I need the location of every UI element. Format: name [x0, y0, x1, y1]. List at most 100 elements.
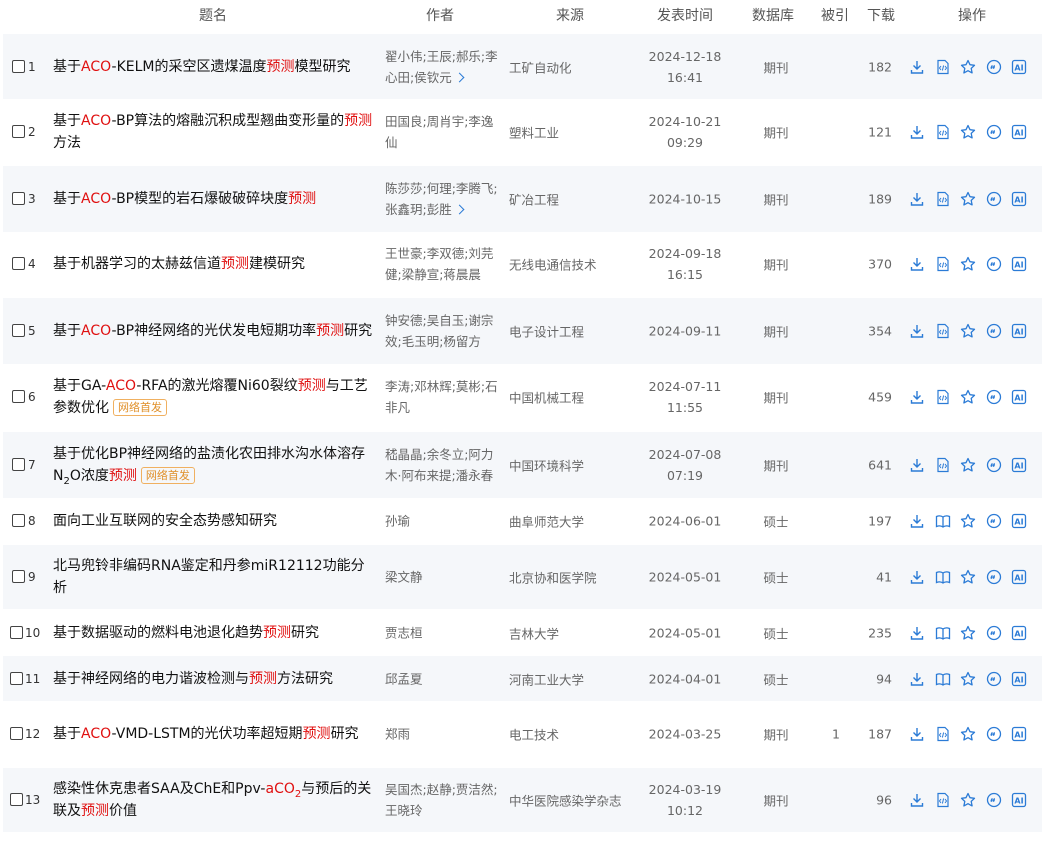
read-online-book-icon[interactable] [934, 568, 952, 586]
source-link[interactable]: 河南工业大学 [509, 669, 639, 688]
cite-icon[interactable] [985, 388, 1003, 406]
col-date[interactable]: 发表时间 [650, 5, 720, 25]
cite-count[interactable]: 1 [821, 727, 851, 742]
article-title-link[interactable]: 基于GA-ACO-RFA的激光熔覆Ni60裂纹预测与工艺参数优化 网络首发 [53, 375, 378, 419]
authors[interactable]: 梁文静 [385, 567, 501, 588]
source-link[interactable]: 曲阜师范大学 [509, 511, 639, 530]
col-download[interactable]: 下载 [864, 5, 898, 25]
download-icon[interactable] [908, 670, 926, 688]
row-checkbox[interactable] [12, 458, 25, 471]
authors[interactable]: 陈莎莎;何理;李腾飞;张鑫玥;彭胜 [385, 178, 501, 220]
read-online-html-icon[interactable] [934, 388, 952, 406]
favorite-icon[interactable] [959, 512, 977, 530]
article-title-link[interactable]: 基于神经网络的电力谐波检测与预测方法研究 [53, 668, 378, 690]
row-checkbox[interactable] [12, 324, 25, 337]
download-icon[interactable] [908, 456, 926, 474]
article-title-link[interactable]: 基于ACO-BP模型的岩石爆破破碎块度预测 [53, 188, 378, 210]
source-link[interactable]: 中华医院感染学杂志 [509, 791, 639, 810]
ai-assistant-icon[interactable]: AI [1010, 388, 1028, 406]
authors[interactable]: 钟安德;吴自玉;谢宗效;毛玉明;杨留方 [385, 310, 501, 352]
row-checkbox[interactable] [12, 59, 25, 73]
col-cite[interactable]: 被引 [818, 5, 852, 25]
authors[interactable]: 田国良;周肖宇;李逸仙 [385, 111, 501, 153]
favorite-icon[interactable] [959, 725, 977, 743]
download-icon[interactable] [908, 58, 926, 76]
ai-assistant-icon[interactable]: AI [1010, 670, 1028, 688]
ai-assistant-icon[interactable]: AI [1010, 190, 1028, 208]
read-online-book-icon[interactable] [934, 624, 952, 642]
download-icon[interactable] [908, 388, 926, 406]
col-title[interactable]: 题名 [196, 5, 230, 25]
favorite-icon[interactable] [959, 123, 977, 141]
article-title-link[interactable]: 基于ACO-BP算法的熔融沉积成型翘曲变形量的预测方法 [53, 110, 378, 154]
cite-icon[interactable] [985, 255, 1003, 273]
expand-authors-icon[interactable] [454, 204, 465, 215]
favorite-icon[interactable] [959, 322, 977, 340]
download-icon[interactable] [908, 568, 926, 586]
ai-assistant-icon[interactable]: AI [1010, 322, 1028, 340]
authors[interactable]: 郑雨 [385, 724, 501, 745]
favorite-icon[interactable] [959, 670, 977, 688]
source-link[interactable]: 电子设计工程 [509, 322, 639, 341]
ai-assistant-icon[interactable]: AI [1010, 624, 1028, 642]
read-online-book-icon[interactable] [934, 512, 952, 530]
source-link[interactable]: 中国机械工程 [509, 388, 639, 407]
source-link[interactable]: 工矿自动化 [509, 57, 639, 76]
ai-assistant-icon[interactable]: AI [1010, 255, 1028, 273]
row-checkbox[interactable] [12, 257, 25, 270]
favorite-icon[interactable] [959, 388, 977, 406]
cite-icon[interactable] [985, 58, 1003, 76]
read-online-html-icon[interactable] [934, 791, 952, 809]
cite-icon[interactable] [985, 624, 1003, 642]
row-checkbox[interactable] [12, 125, 25, 138]
favorite-icon[interactable] [959, 456, 977, 474]
source-link[interactable]: 塑料工业 [509, 123, 639, 142]
favorite-icon[interactable] [959, 568, 977, 586]
authors[interactable]: 吴国杰;赵静;贾洁然;王晓玲 [385, 779, 501, 821]
authors[interactable]: 邱孟夏 [385, 668, 501, 689]
ai-assistant-icon[interactable]: AI [1010, 791, 1028, 809]
source-link[interactable]: 矿冶工程 [509, 190, 639, 209]
read-online-html-icon[interactable] [934, 190, 952, 208]
row-checkbox[interactable] [10, 727, 23, 740]
article-title-link[interactable]: 基于ACO-VMD-LSTM的光伏功率超短期预测研究 [53, 723, 378, 745]
read-online-html-icon[interactable] [934, 255, 952, 273]
authors[interactable]: 孙瑜 [385, 510, 501, 531]
article-title-link[interactable]: 基于机器学习的太赫兹信道预测建模研究 [53, 253, 378, 275]
cite-icon[interactable] [985, 322, 1003, 340]
row-checkbox[interactable] [12, 192, 25, 205]
ai-assistant-icon[interactable]: AI [1010, 725, 1028, 743]
download-icon[interactable] [908, 725, 926, 743]
source-link[interactable]: 电工技术 [509, 725, 639, 744]
row-checkbox[interactable] [12, 570, 25, 583]
cite-icon[interactable] [985, 791, 1003, 809]
cite-icon[interactable] [985, 725, 1003, 743]
cite-icon[interactable] [985, 512, 1003, 530]
col-database[interactable]: 数据库 [748, 5, 798, 25]
row-checkbox[interactable] [10, 626, 23, 639]
cite-icon[interactable] [985, 568, 1003, 586]
cite-icon[interactable] [985, 670, 1003, 688]
favorite-icon[interactable] [959, 624, 977, 642]
download-icon[interactable] [908, 255, 926, 273]
cite-icon[interactable] [985, 123, 1003, 141]
download-icon[interactable] [908, 190, 926, 208]
read-online-html-icon[interactable] [934, 58, 952, 76]
favorite-icon[interactable] [959, 58, 977, 76]
authors[interactable]: 王世豪;李双德;刘芫健;梁静宣;蒋晨晨 [385, 243, 501, 285]
ai-assistant-icon[interactable]: AI [1010, 512, 1028, 530]
row-checkbox[interactable] [10, 793, 23, 806]
col-author[interactable]: 作者 [420, 5, 460, 25]
article-title-link[interactable]: 基于优化BP神经网络的盐渍化农田排水沟水体溶存N2O浓度预测 网络首发 [53, 443, 378, 487]
ai-assistant-icon[interactable]: AI [1010, 58, 1028, 76]
ai-assistant-icon[interactable]: AI [1010, 123, 1028, 141]
favorite-icon[interactable] [959, 791, 977, 809]
article-title-link[interactable]: 基于ACO-BP神经网络的光伏发电短期功率预测研究 [53, 320, 378, 342]
download-icon[interactable] [908, 322, 926, 340]
row-checkbox[interactable] [12, 390, 25, 403]
row-checkbox[interactable] [12, 513, 25, 527]
row-checkbox[interactable] [10, 671, 23, 685]
authors[interactable]: 嵇晶晶;余冬立;阿力木·阿布来提;潘永春 [385, 444, 501, 486]
authors[interactable]: 李涛;邓林辉;莫彬;石非凡 [385, 376, 501, 418]
col-source[interactable]: 来源 [550, 5, 590, 25]
